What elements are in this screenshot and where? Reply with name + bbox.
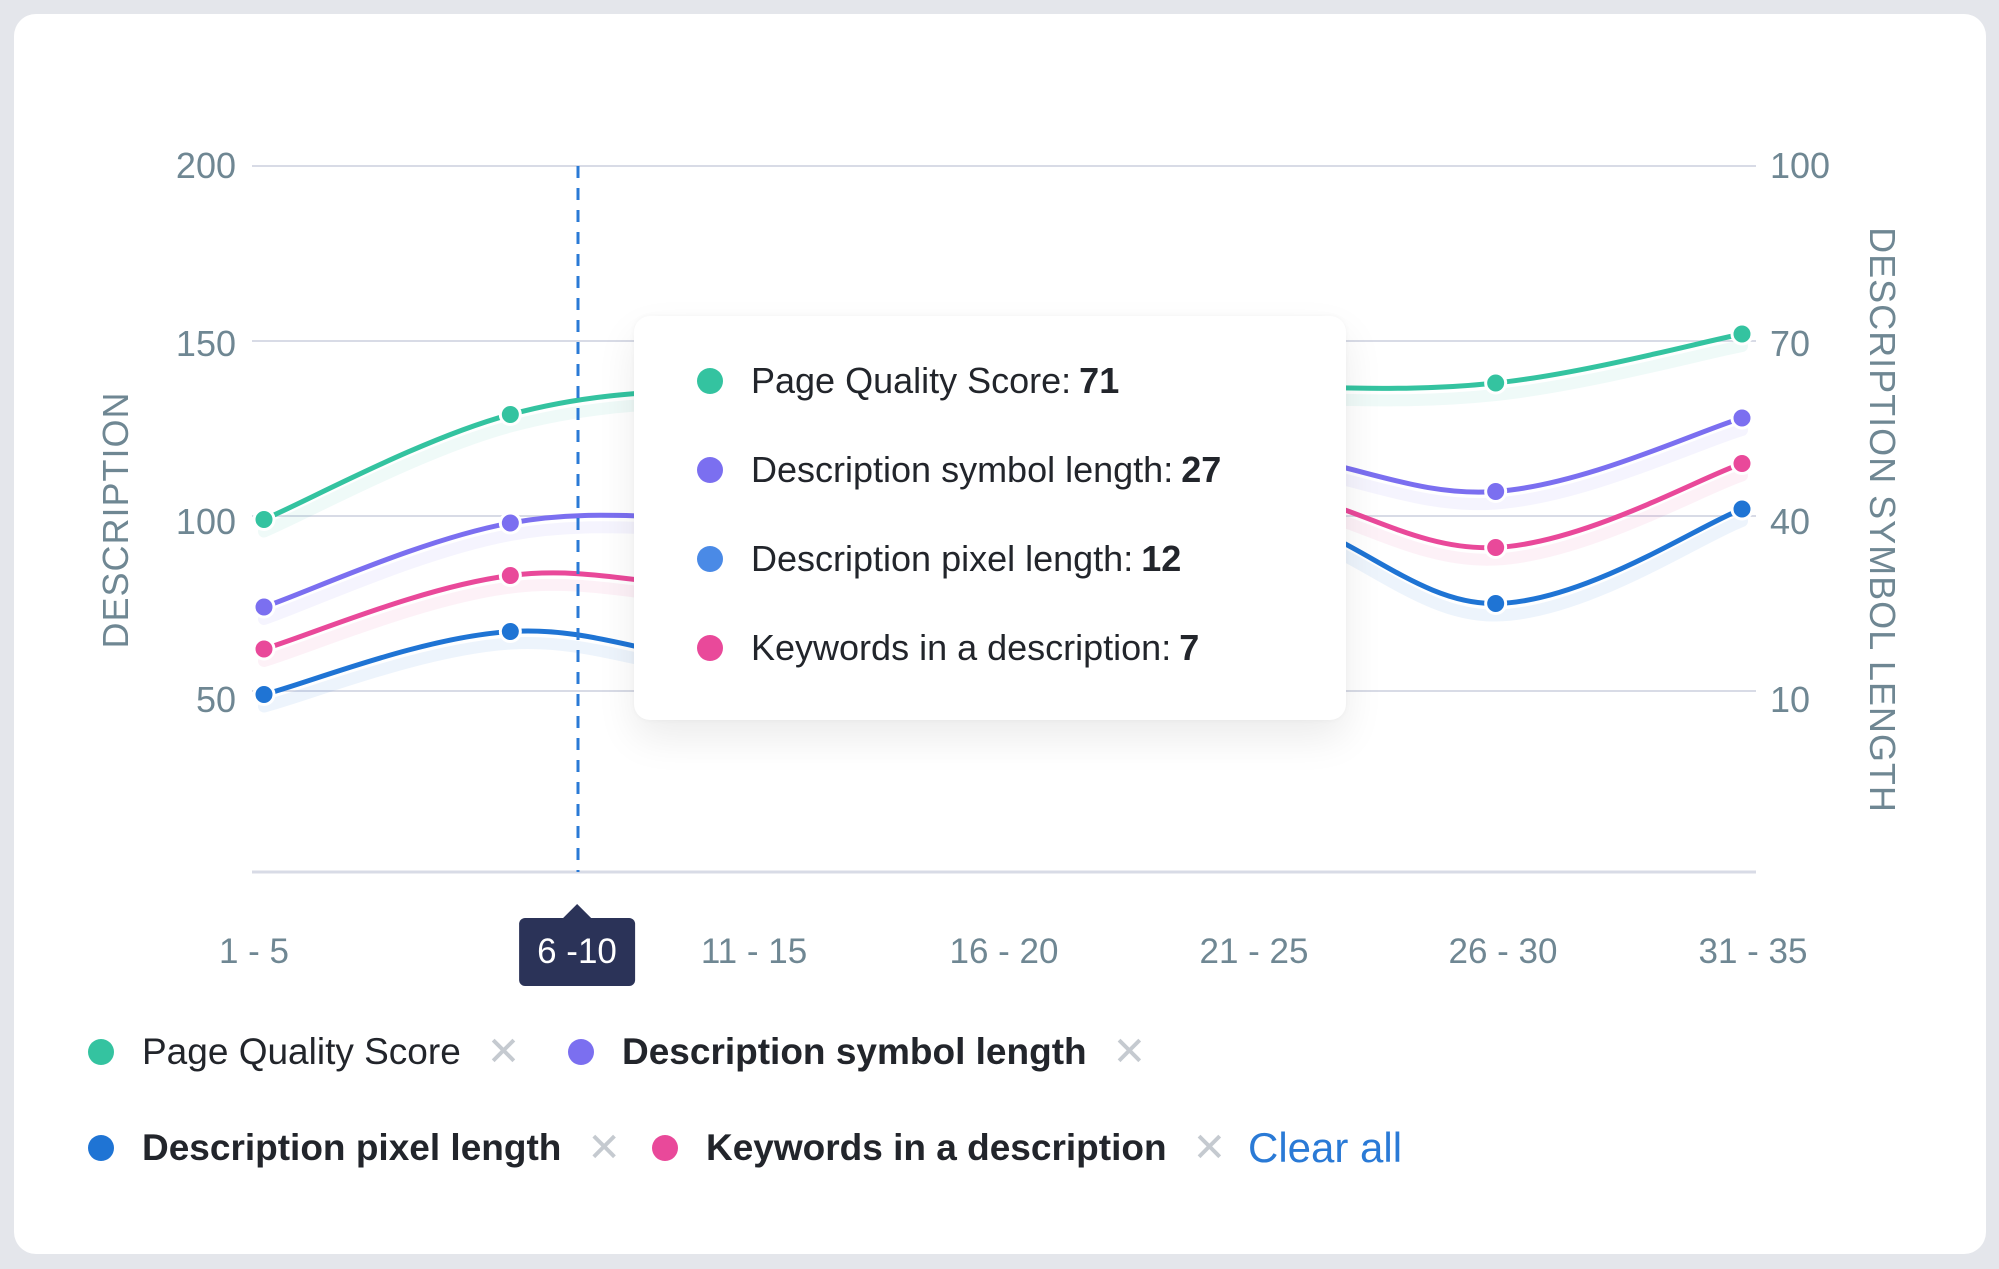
legend-dot-icon [88, 1135, 114, 1161]
tooltip-label: Description symbol length: [751, 449, 1174, 490]
tooltip-value: 12 [1141, 538, 1182, 579]
data-point [252, 637, 276, 661]
x-tick-label-active: 6 -10 [519, 918, 635, 986]
data-point [252, 508, 276, 531]
series-dot-icon [697, 546, 723, 572]
legend-label: Page Quality Score [142, 1031, 461, 1072]
right-tick-label: 70 [1770, 323, 1811, 364]
legend-item-page-quality-score[interactable]: Page Quality Score ✕ [88, 1031, 520, 1073]
legend-dot-icon [652, 1135, 678, 1161]
tooltip-row: Keywords in a description: 7 [697, 627, 1200, 669]
right-tick-label: 40 [1770, 501, 1811, 542]
x-tick-label: 21 - 25 [1199, 932, 1309, 971]
tooltip-value: 7 [1179, 627, 1200, 668]
tooltip-label: Description pixel length: [751, 538, 1134, 579]
data-point [1730, 322, 1754, 346]
x-tick-label: 26 - 30 [1448, 932, 1558, 971]
left-tick-label: 150 [175, 323, 236, 364]
legend-dot-icon [568, 1039, 594, 1065]
data-point [498, 403, 522, 426]
legend-dot-icon [88, 1039, 114, 1065]
legend-label: Description symbol length [622, 1031, 1087, 1072]
data-point [1484, 480, 1508, 503]
left-axis-title: DESCRIPTION [95, 391, 136, 649]
tooltip-value: 27 [1181, 449, 1222, 490]
close-icon[interactable]: ✕ [587, 1128, 621, 1168]
right-tick-label: 10 [1770, 679, 1811, 720]
legend-label: Description pixel length [142, 1127, 562, 1168]
legend-label: Keywords in a description [706, 1127, 1167, 1168]
tooltip-value: 71 [1079, 360, 1120, 401]
x-tick-label: 11 - 15 [700, 932, 808, 971]
data-point [252, 595, 276, 619]
x-tick-label: 1 - 5 [218, 932, 290, 971]
tooltip-label: Page Quality Score: [751, 360, 1072, 401]
series-dot-icon [697, 457, 723, 483]
close-icon[interactable]: ✕ [1113, 1032, 1147, 1072]
tooltip-label: Keywords in a description: [751, 627, 1172, 668]
tooltip-row: Description pixel length: 12 [697, 538, 1182, 580]
right-axis-title: DESCRIPTION SYMBOL LENGTH [1862, 227, 1903, 813]
series-dot-icon [697, 635, 723, 661]
data-point [1730, 452, 1754, 475]
x-tick-label: 31 - 35 [1698, 932, 1808, 971]
legend-item-description-pixel-length[interactable]: Description pixel length ✕ [88, 1127, 621, 1169]
close-icon[interactable]: ✕ [487, 1032, 521, 1072]
legend-item-description-symbol-length[interactable]: Description symbol length ✕ [568, 1031, 1146, 1073]
left-tick-label: 200 [175, 145, 236, 186]
data-point [1484, 592, 1508, 615]
data-point [1484, 536, 1508, 559]
tooltip-row: Page Quality Score: 71 [697, 360, 1120, 402]
clear-all-button[interactable]: Clear all [1248, 1124, 1402, 1172]
data-point [498, 511, 522, 535]
close-icon[interactable]: ✕ [1193, 1128, 1227, 1168]
data-point [1484, 371, 1508, 395]
legend-item-keywords-in-a-description[interactable]: Keywords in a description ✕ [652, 1127, 1226, 1169]
data-point [1730, 497, 1754, 521]
left-tick-label: 100 [175, 501, 236, 542]
x-tick-label: 16 - 20 [949, 932, 1059, 971]
data-point [498, 620, 522, 643]
left-tick-label: 50 [195, 679, 236, 720]
tooltip-row: Description symbol length: 27 [697, 449, 1222, 491]
data-point [498, 564, 522, 587]
right-tick-label: 100 [1770, 145, 1831, 186]
data-point [252, 683, 276, 706]
data-point [1730, 406, 1754, 430]
chart-tooltip: Page Quality Score: 71 Description symbo… [634, 316, 1346, 720]
series-dot-icon [697, 368, 723, 394]
